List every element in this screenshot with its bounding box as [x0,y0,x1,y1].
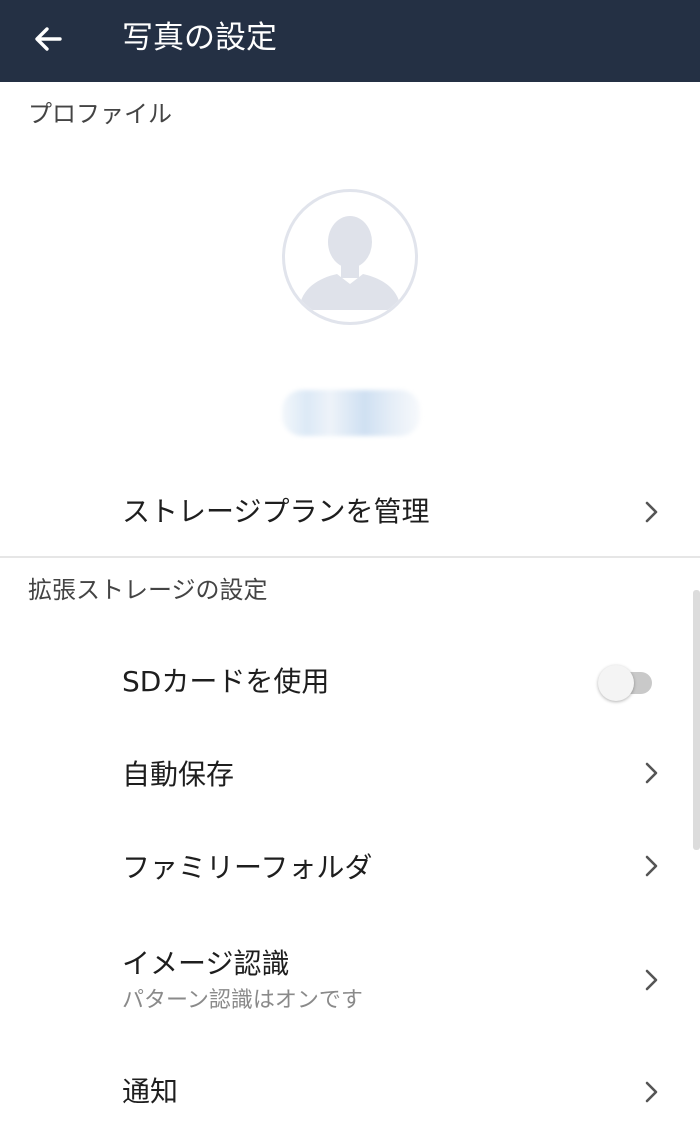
scrollbar[interactable] [693,590,700,850]
person-silhouette-icon [299,216,401,310]
image-recognition-row[interactable]: イメージ認識 パターン認識はオンです [0,940,700,1020]
back-button[interactable] [28,19,68,59]
chevron-right-icon [645,762,658,784]
auto-save-row[interactable]: 自動保存 [0,745,700,805]
notifications-row[interactable]: 通知 [0,1062,700,1122]
family-folder-row[interactable]: ファミリーフォルダ [0,838,700,898]
image-recognition-label: イメージ認識 [122,947,290,980]
chevron-right-icon [645,969,658,991]
sd-card-toggle[interactable] [598,665,656,701]
image-recognition-status: パターン認識はオンです [122,988,363,1013]
notifications-label: 通知 [122,1075,179,1108]
sd-card-row[interactable]: SDカードを使用 [0,652,700,712]
toggle-knob [598,665,634,701]
section-header-storage: 拡張ストレージの設定 [28,576,268,604]
arrow-left-icon [35,27,62,51]
profile-name-redacted [282,390,420,436]
chevron-right-icon [645,855,658,877]
sd-card-label: SDカードを使用 [122,665,330,698]
chevron-right-icon [645,1081,658,1103]
manage-storage-plan-label: ストレージプランを管理 [122,495,430,528]
manage-storage-plan-row[interactable]: ストレージプランを管理 [0,482,700,542]
chevron-right-icon [645,501,658,523]
page-title: 写真の設定 [122,20,277,56]
auto-save-label: 自動保存 [122,758,235,791]
section-divider [0,556,700,558]
app-bar: 写真の設定 [0,0,700,82]
avatar[interactable] [282,189,418,325]
family-folder-label: ファミリーフォルダ [122,851,373,884]
section-header-profile: プロファイル [28,100,172,128]
